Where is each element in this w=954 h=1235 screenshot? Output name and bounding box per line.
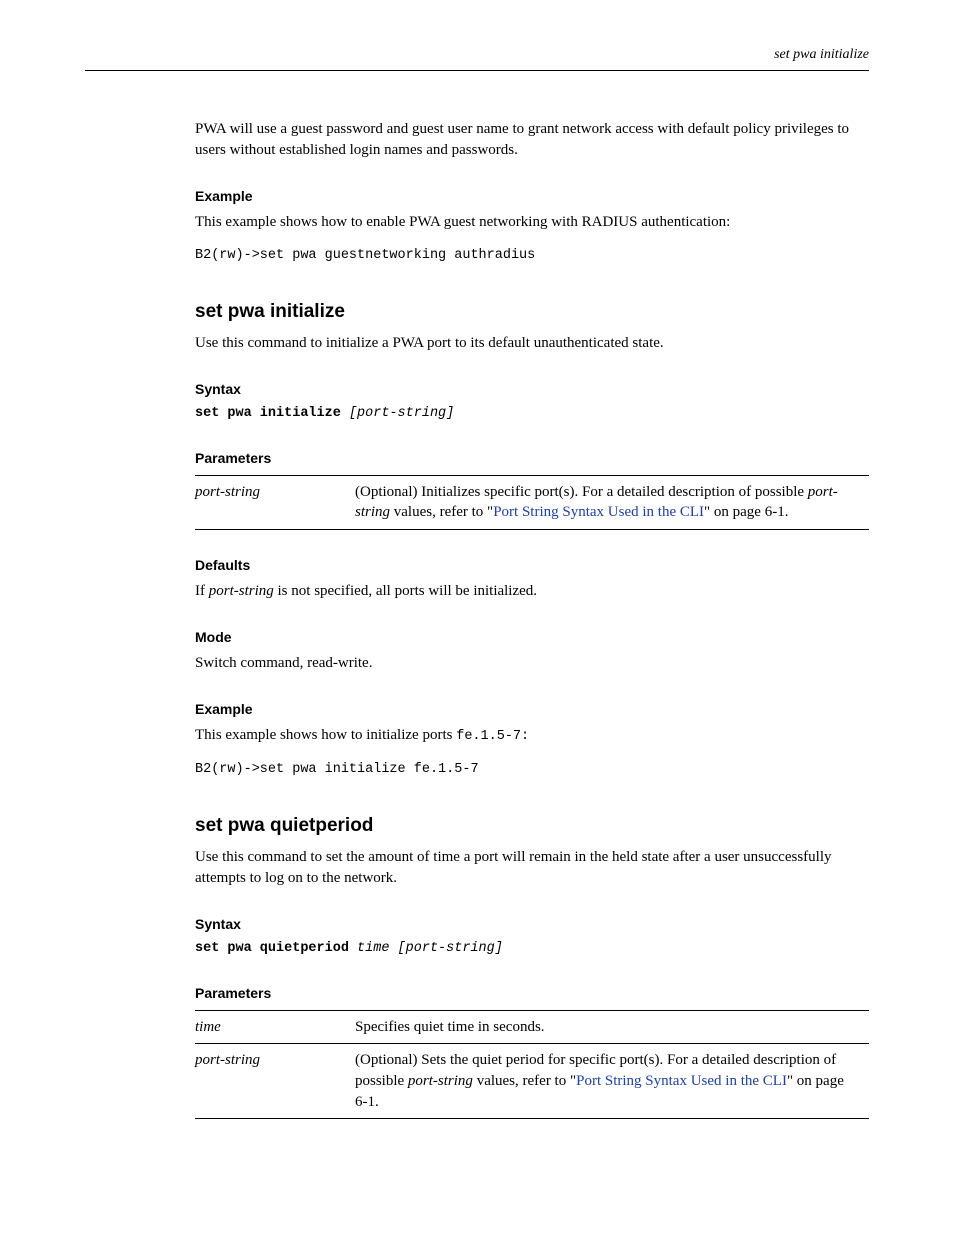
init-params-heading: Parameters [195,449,869,468]
init-mode-paragraph: Switch command, read-write. [195,653,869,674]
quiet-syntax-heading: Syntax [195,915,869,934]
table-row: port-string (Optional) Initializes speci… [195,475,869,529]
quiet-syntax-code: set pwa quietperiod time [port-string] [195,940,869,958]
section-init-paragraph: Use this command to initialize a PWA por… [195,333,869,354]
param-desc: Specifies quiet time in seconds. [355,1010,869,1044]
init-params-table: port-string (Optional) Initializes speci… [195,475,869,530]
param-desc: (Optional) Initializes specific port(s).… [355,475,869,529]
init-syntax-heading: Syntax [195,380,869,399]
table-row: time Specifies quiet time in seconds. [195,1010,869,1044]
param-name: port-string [195,1044,355,1119]
quiet-params-table: time Specifies quiet time in seconds. po… [195,1010,869,1120]
header-rule [85,70,869,71]
example1-code: B2(rw)->set pwa guestnetworking authradi… [195,247,869,265]
section-init-heading: set pwa initialize [195,299,869,325]
port-string-syntax-link[interactable]: Port String Syntax Used in the CLI [576,1073,787,1089]
param-name: time [195,1010,355,1044]
init-defaults-paragraph: If port-string is not specified, all por… [195,581,869,602]
init-defaults-heading: Defaults [195,556,869,575]
param-name: port-string [195,475,355,529]
init-example-code: B2(rw)->set pwa initialize fe.1.5-7 [195,761,869,779]
init-syntax-code: set pwa initialize [port-string] [195,405,869,423]
example1-paragraph: This example shows how to enable PWA gue… [195,212,869,233]
section-quiet-heading: set pwa quietperiod [195,813,869,839]
param-desc: (Optional) Sets the quiet period for spe… [355,1044,869,1119]
section-quiet-paragraph: Use this command to set the amount of ti… [195,847,869,888]
intro-paragraph: PWA will use a guest password and guest … [195,119,869,160]
table-row: port-string (Optional) Sets the quiet pe… [195,1044,869,1119]
header-breadcrumb: set pwa initialize [85,45,869,64]
port-string-syntax-link[interactable]: Port String Syntax Used in the CLI [493,504,704,520]
init-mode-heading: Mode [195,628,869,647]
quiet-params-heading: Parameters [195,984,869,1003]
example1-heading: Example [195,187,869,206]
init-example-paragraph: This example shows how to initialize por… [195,725,869,747]
init-example-heading: Example [195,700,869,719]
